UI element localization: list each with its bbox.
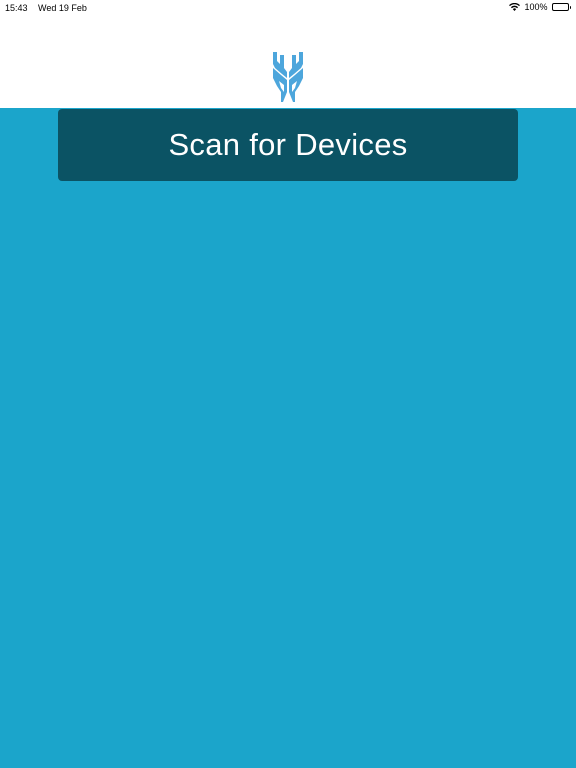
status-bar: 15:43 Wed 19 Feb 100%	[0, 0, 576, 16]
status-time: 15:43	[5, 3, 28, 13]
main-content: Scan for Devices	[0, 108, 576, 768]
status-right: 100%	[509, 2, 571, 12]
scan-for-devices-button[interactable]: Scan for Devices	[58, 109, 518, 181]
app-screen: 15:43 Wed 19 Feb 100% Scan for Devices	[0, 0, 576, 768]
stag-head-logo-icon	[270, 52, 306, 104]
battery-full-icon	[551, 3, 571, 11]
status-date: Wed 19 Feb	[38, 3, 87, 13]
header	[0, 16, 576, 108]
status-left: 15:43 Wed 19 Feb	[5, 3, 87, 13]
wifi-icon	[509, 3, 521, 11]
battery-percent: 100%	[524, 2, 548, 12]
